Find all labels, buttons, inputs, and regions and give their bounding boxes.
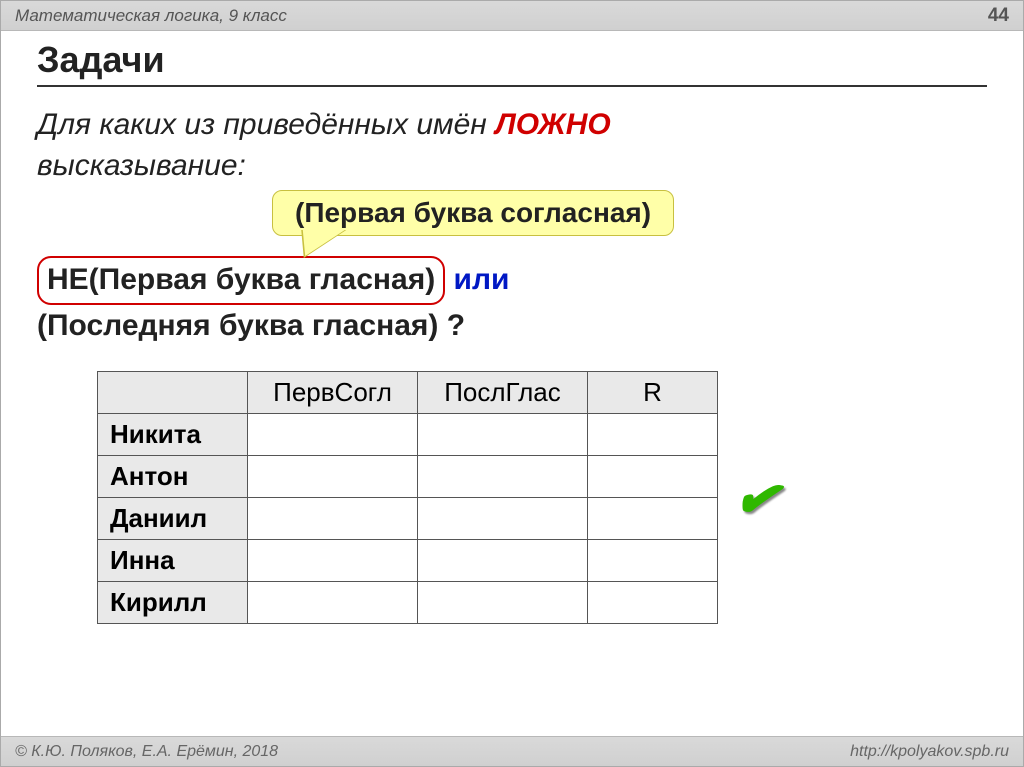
row-name-1: Никита <box>98 414 248 456</box>
cell <box>418 414 588 456</box>
intro-line2: высказывание: <box>37 149 246 182</box>
footer-right: http://kpolyakov.spb.ru <box>850 743 1009 761</box>
page-number: 44 <box>988 5 1009 27</box>
cell <box>418 498 588 540</box>
header-blank <box>98 372 248 414</box>
intro-line1a: Для каких из приведённых имён <box>37 108 495 141</box>
table-header-row: ПервСогл ПослГлас R <box>98 372 718 414</box>
row-name-4: Инна <box>98 540 248 582</box>
expression-part2: (Последняя буква гласная) ? <box>37 309 465 342</box>
cell <box>588 540 718 582</box>
cell <box>248 498 418 540</box>
table-row: Даниил <box>98 498 718 540</box>
table-row: Никита <box>98 414 718 456</box>
cell <box>588 414 718 456</box>
content-area: Задачи Для каких из приведённых имён ЛОЖ… <box>1 31 1023 624</box>
slide: Математическая логика, 9 класс 44 Задачи… <box>0 0 1024 767</box>
cell <box>248 540 418 582</box>
col-header-3: R <box>588 372 718 414</box>
or-word: или <box>445 263 509 296</box>
intro-text: Для каких из приведённых имён ЛОЖНО выск… <box>37 105 987 186</box>
cell <box>588 582 718 624</box>
false-word: ЛОЖНО <box>495 108 611 141</box>
checkmark-icon: ✔ <box>730 464 784 533</box>
cell <box>418 540 588 582</box>
table-row: Антон <box>98 456 718 498</box>
table-wrap: ПервСогл ПослГлас R Никита Антон <box>97 371 987 624</box>
header-subject: Математическая логика, 9 класс <box>15 6 287 26</box>
table-row: Кирилл <box>98 582 718 624</box>
col-header-1: ПервСогл <box>248 372 418 414</box>
callout-wrap: (Первая буква согласная) <box>217 194 987 256</box>
circled-expression: НЕ(Первая буква гласная) <box>37 256 445 305</box>
col-header-2: ПослГлас <box>418 372 588 414</box>
row-name-5: Кирилл <box>98 582 248 624</box>
footer-left: © К.Ю. Поляков, Е.А. Ерёмин, 2018 <box>15 743 278 761</box>
cell <box>418 582 588 624</box>
title-rule <box>37 85 987 87</box>
footer-bar: © К.Ю. Поляков, Е.А. Ерёмин, 2018 http:/… <box>1 736 1023 766</box>
cell <box>248 582 418 624</box>
expression-block: НЕ(Первая буква гласная) или (Последняя … <box>37 256 987 347</box>
cell <box>418 456 588 498</box>
row-name-2: Антон <box>98 456 248 498</box>
row-name-3: Даниил <box>98 498 248 540</box>
cell <box>588 498 718 540</box>
table-row: Инна <box>98 540 718 582</box>
slide-title: Задачи <box>37 39 987 81</box>
cell <box>248 456 418 498</box>
cell <box>588 456 718 498</box>
header-bar: Математическая логика, 9 класс 44 <box>1 1 1023 31</box>
cell <box>248 414 418 456</box>
logic-table: ПервСогл ПослГлас R Никита Антон <box>97 371 718 624</box>
